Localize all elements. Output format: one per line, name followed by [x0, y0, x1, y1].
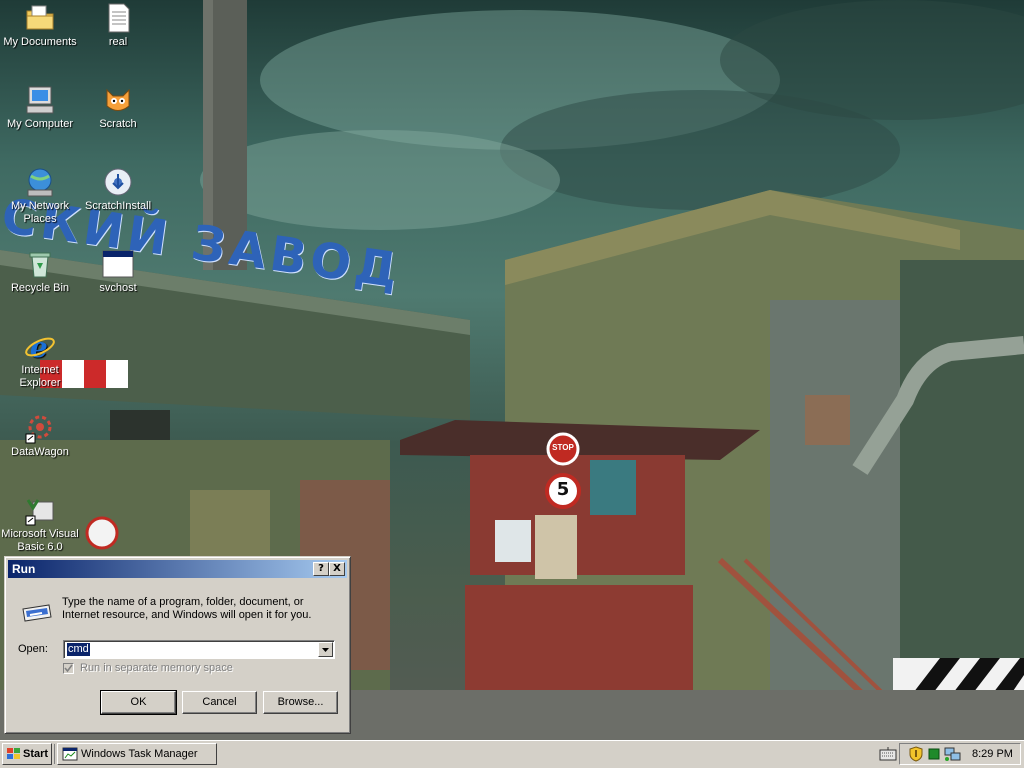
start-button[interactable]: Start: [2, 743, 52, 765]
desktop-icon-label: Internet Explorer: [19, 364, 61, 389]
run-dialog-title: Run: [12, 562, 36, 576]
text-file-icon: [102, 2, 134, 34]
ok-button[interactable]: OK: [100, 690, 177, 715]
datawagon-icon: [24, 412, 56, 444]
desktop-icon-my-documents[interactable]: My Documents: [1, 2, 79, 49]
desktop-icon-real[interactable]: real: [79, 2, 157, 49]
security-shield-icon[interactable]: [908, 746, 924, 762]
taskbar: Start Windows Task Manager 8:29 PM: [0, 740, 1024, 768]
desktop-icon-my-network-places[interactable]: My Network Places: [1, 166, 79, 226]
run-dialog-title-bar[interactable]: Run ? X: [8, 560, 347, 578]
desktop-icon-scratchinstall[interactable]: ScratchInstall: [79, 166, 157, 213]
booth-stop-sign: STOP: [552, 443, 574, 452]
desktop-icon-visual-basic[interactable]: Microsoft Visual Basic 6.0: [1, 494, 79, 554]
computer-icon: [24, 84, 56, 116]
desktop-icon-datawagon[interactable]: DataWagon: [1, 412, 79, 459]
visual-basic-icon: [24, 494, 56, 526]
internet-explorer-icon: e: [24, 330, 56, 364]
separate-memory-label: Run in separate memory space: [80, 662, 233, 674]
cancel-button[interactable]: Cancel: [182, 691, 257, 714]
desktop-icon-my-computer[interactable]: My Computer: [1, 84, 79, 131]
browse-button[interactable]: Browse...: [263, 691, 338, 714]
recycle-bin-icon: [24, 248, 56, 280]
folder-documents-icon: [24, 2, 56, 34]
system-tray: 8:29 PM: [899, 743, 1021, 765]
desktop-icon-label: svchost: [99, 282, 137, 294]
run-description: Type the name of a program, folder, docu…: [62, 596, 312, 621]
open-combobox[interactable]: cmd: [63, 640, 335, 659]
desktop-icon-label: My Documents: [3, 36, 77, 48]
separate-memory-checkbox: [63, 663, 74, 674]
desktop-icon-label: Scratch: [99, 118, 137, 130]
scratch-cat-icon: [102, 84, 134, 116]
start-label: Start: [23, 748, 49, 760]
desktop-icon-label: My Network Places: [10, 200, 70, 225]
installer-icon: [102, 166, 134, 198]
dropdown-arrow-button[interactable]: [318, 642, 333, 657]
taskbar-button-task-manager[interactable]: Windows Task Manager: [57, 743, 217, 765]
program-window-icon: [102, 248, 134, 280]
windows-logo-icon: [7, 748, 20, 759]
desktop-icon-label: Microsoft Visual Basic 6.0: [1, 528, 79, 553]
network-connection-icon[interactable]: [944, 746, 962, 762]
open-label: Open:: [18, 643, 48, 655]
booth-speed-sign: 5: [556, 479, 570, 500]
desktop-icon-label: real: [108, 36, 128, 48]
desktop-icon-label: My Computer: [6, 118, 74, 130]
run-icon: [20, 595, 54, 629]
chevron-down-icon: [322, 648, 329, 652]
desktop-icon-recycle-bin[interactable]: Recycle Bin: [1, 248, 79, 295]
desktop-icon-svchost[interactable]: svchost: [79, 248, 157, 295]
svg-text:e: e: [30, 331, 48, 362]
desktop-icon-scratch[interactable]: Scratch: [79, 84, 157, 131]
open-input-value[interactable]: cmd: [67, 643, 90, 656]
help-button[interactable]: ?: [313, 562, 329, 576]
desktop-icon-label: DataWagon: [11, 446, 69, 458]
clock[interactable]: 8:29 PM: [972, 748, 1013, 760]
network-places-icon: [24, 166, 56, 198]
taskbar-button-label: Windows Task Manager: [81, 748, 198, 760]
checkmark-icon: [64, 664, 73, 673]
run-dialog: Run ? X Type the name of a program, fold…: [4, 556, 351, 734]
task-manager-icon: [62, 747, 78, 761]
close-button[interactable]: X: [329, 562, 345, 576]
desktop-icon-label: Recycle Bin: [10, 282, 70, 294]
keyboard-icon[interactable]: [879, 746, 897, 762]
status-green-icon[interactable]: [928, 748, 940, 760]
desktop-icon-internet-explorer[interactable]: e Internet Explorer: [1, 330, 79, 390]
desktop-icon-label: ScratchInstall: [84, 200, 152, 212]
